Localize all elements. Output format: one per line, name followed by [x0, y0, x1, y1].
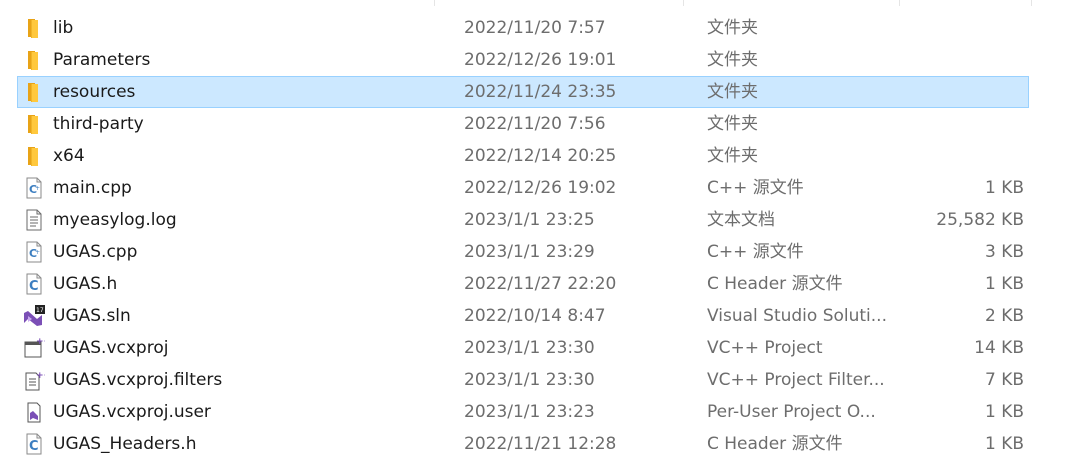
- file-name: main.cpp: [53, 178, 132, 198]
- file-name: UGAS.cpp: [53, 242, 138, 262]
- file-date-modified: 2022/11/20 7:56: [464, 114, 606, 134]
- file-size: 3 KB: [984, 242, 1024, 262]
- file-name: x64: [53, 146, 85, 166]
- file-type: 文件夹: [707, 114, 758, 134]
- svg-text:+: +: [35, 185, 40, 192]
- file-row[interactable]: 17 UGAS.sln 2022/10/14 8:47 Visual Studio S…: [17, 300, 1029, 332]
- filters-file-icon: ++: [23, 369, 45, 391]
- file-row[interactable]: myeasylog.log 2023/1/1 23:25 文本文档 25,582 KB: [17, 204, 1029, 236]
- file-date-modified: 2022/12/14 20:25: [464, 146, 617, 166]
- file-type: 文件夹: [707, 146, 758, 166]
- cpp-file-icon: C +: [23, 177, 45, 199]
- file-date-modified: 2023/1/1 23:29: [464, 242, 595, 262]
- file-type: VC++ Project Filter...: [707, 370, 885, 390]
- column-divider[interactable]: [899, 0, 900, 6]
- file-list: lib 2022/11/20 7:57 文件夹 Parameters 2022/12/2…: [0, 0, 1073, 466]
- file-type: 文件夹: [707, 82, 758, 102]
- file-name: third-party: [53, 114, 144, 134]
- file-name: myeasylog.log: [53, 210, 177, 230]
- file-row[interactable]: resources 2022/11/24 23:35 文件夹: [17, 76, 1029, 108]
- svg-text:+: +: [35, 249, 40, 256]
- user-file-icon: [23, 401, 45, 423]
- file-type: 文本文档: [707, 210, 775, 230]
- folder-icon: [23, 145, 45, 167]
- file-date-modified: 2023/1/1 23:30: [464, 370, 595, 390]
- file-name: UGAS.vcxproj.user: [53, 402, 211, 422]
- column-divider[interactable]: [683, 0, 684, 6]
- file-size: 2 KB: [984, 306, 1024, 326]
- file-date-modified: 2022/11/20 7:57: [464, 18, 606, 38]
- file-row[interactable]: C UGAS.h 2022/11/27 22:20 C Header 源文件 1 KB: [17, 268, 1029, 300]
- file-date-modified: 2022/12/26 19:01: [464, 50, 617, 70]
- file-size: 14 KB: [974, 338, 1024, 358]
- column-divider[interactable]: [1031, 0, 1032, 6]
- file-type: 文件夹: [707, 50, 758, 70]
- folder-icon: [23, 49, 45, 71]
- svg-text:C: C: [29, 279, 39, 294]
- file-name: lib: [53, 18, 74, 38]
- header-file-icon: C: [23, 433, 45, 455]
- file-size: [898, 45, 1024, 75]
- file-row[interactable]: ++ UGAS.vcxproj 2023/1/1 23:30 VC++ Project…: [17, 332, 1029, 364]
- file-size: 1 KB: [984, 402, 1024, 422]
- vcxproj-icon: ++: [23, 337, 45, 359]
- file-type: C++ 源文件: [707, 178, 804, 198]
- file-type: C Header 源文件: [707, 434, 843, 454]
- file-type: Visual Studio Soluti...: [707, 306, 887, 326]
- file-date-modified: 2023/1/1 23:30: [464, 338, 595, 358]
- file-row[interactable]: x64 2022/12/14 20:25 文件夹: [17, 140, 1029, 172]
- file-size: 1 KB: [984, 178, 1024, 198]
- file-type: 文件夹: [707, 18, 758, 38]
- vs-solution-icon: 17: [23, 305, 45, 327]
- file-row[interactable]: ++ UGAS.vcxproj.filters 2023/1/1 23:30 VC++…: [17, 364, 1029, 396]
- file-row[interactable]: C + main.cpp 2022/12/26 19:02 C++ 源文件 1 KB: [17, 172, 1029, 204]
- svg-text:C: C: [29, 439, 39, 454]
- cpp-file-icon: C +: [23, 241, 45, 263]
- file-size: 1 KB: [984, 434, 1024, 454]
- file-date-modified: 2022/12/26 19:02: [464, 178, 617, 198]
- file-row[interactable]: third-party 2022/11/20 7:56 文件夹: [17, 108, 1029, 140]
- file-type: Per-User Project O...: [707, 402, 876, 422]
- file-name: UGAS.vcxproj: [53, 338, 169, 358]
- file-date-modified: 2022/11/21 12:28: [464, 434, 617, 454]
- file-date-modified: 2022/11/24 23:35: [464, 82, 617, 102]
- file-size: [898, 141, 1024, 171]
- file-row[interactable]: lib 2022/11/20 7:57 文件夹: [17, 12, 1029, 44]
- svg-text:++: ++: [36, 337, 45, 347]
- file-type: C Header 源文件: [707, 274, 843, 294]
- file-name: resources: [53, 82, 136, 102]
- file-date-modified: 2023/1/1 23:25: [464, 210, 595, 230]
- file-row[interactable]: C + UGAS.cpp 2023/1/1 23:29 C++ 源文件 3 KB: [17, 236, 1029, 268]
- file-date-modified: 2022/10/14 8:47: [464, 306, 606, 326]
- folder-icon: [23, 81, 45, 103]
- file-size: [898, 109, 1024, 139]
- file-row[interactable]: C UGAS_Headers.h 2022/11/21 12:28 C Header …: [17, 428, 1029, 460]
- file-type: VC++ Project: [707, 338, 823, 358]
- file-date-modified: 2022/11/27 22:20: [464, 274, 617, 294]
- file-size: 25,582 KB: [936, 210, 1024, 230]
- file-name: UGAS.h: [53, 274, 118, 294]
- file-name: UGAS.vcxproj.filters: [53, 370, 223, 390]
- folder-icon: [23, 17, 45, 39]
- file-row[interactable]: Parameters 2022/12/26 19:01 文件夹: [17, 44, 1029, 76]
- file-size: [898, 77, 1024, 107]
- svg-text:++: ++: [36, 371, 45, 381]
- svg-text:17: 17: [36, 307, 44, 314]
- folder-icon: [23, 113, 45, 135]
- file-name: Parameters: [53, 50, 151, 70]
- file-type: C++ 源文件: [707, 242, 804, 262]
- file-date-modified: 2023/1/1 23:23: [464, 402, 595, 422]
- text-file-icon: [23, 209, 45, 231]
- column-divider[interactable]: [434, 0, 435, 6]
- file-row[interactable]: UGAS.vcxproj.user 2023/1/1 23:23 Per-User …: [17, 396, 1029, 428]
- header-file-icon: C: [23, 273, 45, 295]
- file-size: 1 KB: [984, 274, 1024, 294]
- file-size: [898, 13, 1024, 43]
- file-name: UGAS.sln: [53, 306, 131, 326]
- file-size: 7 KB: [984, 370, 1024, 390]
- file-name: UGAS_Headers.h: [53, 434, 197, 454]
